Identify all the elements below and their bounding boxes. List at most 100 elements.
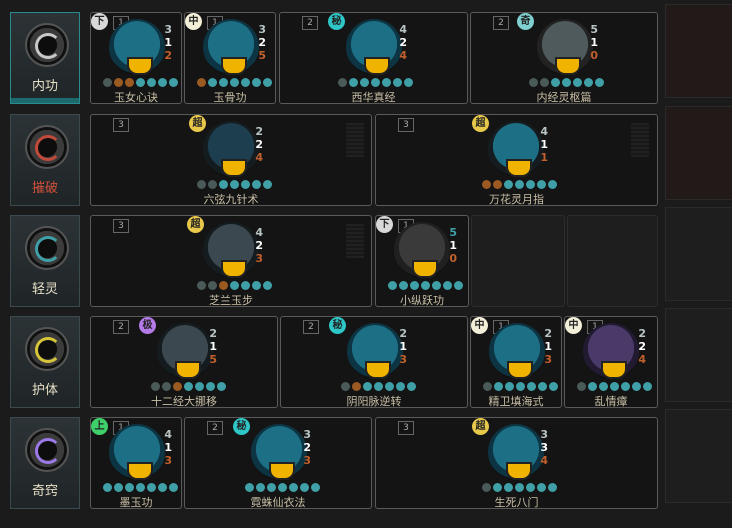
- meridian-dots: [338, 78, 413, 88]
- locked-slot: [665, 308, 732, 402]
- grade-badge: 中: [471, 317, 488, 334]
- grade-badge: 超: [472, 115, 489, 132]
- meridian-dots: [245, 483, 320, 493]
- level-badge: 3: [113, 118, 129, 132]
- meridian-dots: [529, 78, 604, 88]
- row-qingling: 轻灵 3 超 423 芝兰玉步 下 1 510 小纵跃功: [0, 203, 732, 307]
- stat-values: 325: [258, 23, 266, 62]
- locked-slot: [665, 409, 732, 503]
- category-label: 奇窍: [31, 484, 58, 499]
- level-badge: 2: [113, 320, 129, 334]
- skill-card[interactable]: 3 超 423 芝兰玉步: [90, 215, 372, 307]
- row-cuipo: 摧破 3 超 224 六弦九针术 3 超 411 万花灵月指: [0, 102, 732, 206]
- level-badge: 3: [113, 219, 129, 233]
- stat-values: 413: [164, 428, 172, 467]
- meridian-dots: [197, 281, 272, 291]
- stripes: [631, 123, 649, 157]
- skill-card[interactable]: 下 1 510 小纵跃功: [375, 215, 469, 307]
- grade-badge: 秘: [233, 418, 250, 435]
- grade-badge: 下: [91, 13, 108, 30]
- stat-values: 334: [540, 428, 548, 467]
- category-label: 轻灵: [31, 282, 58, 297]
- category-cuipo[interactable]: 摧破: [10, 114, 80, 206]
- stripes: [346, 224, 364, 258]
- grade-badge: 超: [189, 115, 206, 132]
- qingling-emblem-icon: [25, 226, 69, 270]
- grade-badge: 极: [139, 317, 156, 334]
- grade-badge: 秘: [329, 317, 346, 334]
- row-huti: 护体 2 极 215 十二经大挪移 2 秘 213 阴阳脉逆转 中 1 213 …: [0, 304, 732, 408]
- skill-portrait-icon: [203, 19, 259, 75]
- stat-values: 213: [544, 327, 552, 366]
- empty-slot: [471, 215, 565, 307]
- stripes: [346, 123, 364, 157]
- locked-slot: [665, 4, 732, 98]
- skill-card[interactable]: 下 1 312 玉女心诀: [90, 12, 182, 104]
- skill-portrait-icon: [583, 323, 639, 379]
- meridian-dots: [482, 180, 557, 190]
- grade-badge: 超: [472, 418, 489, 435]
- meridian-dots: [577, 382, 652, 392]
- skill-card[interactable]: 2 秘 424 西华真经: [279, 12, 468, 104]
- category-qingling[interactable]: 轻灵: [10, 215, 80, 307]
- huti-emblem-icon: [25, 327, 69, 371]
- skill-card[interactable]: 3 超 411 万花灵月指: [375, 114, 658, 206]
- stat-values: 312: [164, 23, 172, 62]
- stat-values: 213: [399, 327, 407, 366]
- meridian-dots: [197, 180, 272, 190]
- grade-badge: 中: [185, 13, 202, 30]
- qiqiao-emblem-icon: [25, 428, 69, 472]
- stat-values: 424: [399, 23, 407, 62]
- grade-badge: 秘: [328, 13, 345, 30]
- skill-portrait-icon: [109, 424, 165, 480]
- cuipo-emblem-icon: [25, 125, 69, 169]
- grade-badge: 上: [91, 418, 108, 435]
- skill-card[interactable]: 3 超 334 生死八门: [375, 417, 658, 509]
- skill-card[interactable]: 2 极 215 十二经大挪移: [90, 316, 278, 408]
- level-badge: 2: [493, 16, 509, 30]
- skill-card[interactable]: 中 1 213 精卫填海式: [470, 316, 562, 408]
- meridian-dots: [482, 483, 557, 493]
- skill-portrait-icon: [489, 323, 545, 379]
- meridian-dots: [341, 382, 416, 392]
- skill-card[interactable]: 2 秘 213 阴阳脉逆转: [280, 316, 468, 408]
- skill-card[interactable]: 中 1 224 乱情瘴: [564, 316, 658, 408]
- stat-values: 411: [540, 125, 548, 164]
- skill-card[interactable]: 2 秘 323 霓蛛仙衣法: [184, 417, 372, 509]
- meridian-dots: [483, 382, 558, 392]
- skill-name: 生死八门: [494, 496, 539, 509]
- level-badge: 2: [207, 421, 223, 435]
- category-qiqiao[interactable]: 奇窍: [10, 417, 80, 509]
- grade-badge: 超: [187, 216, 204, 233]
- skill-name: 霓蛛仙衣法: [250, 496, 306, 509]
- level-badge: 2: [303, 320, 319, 334]
- row-qiqiao: 奇窍 上 1 413 墨玉功 2 秘 323 霓蛛仙衣法 3 超 334 生死八…: [0, 405, 732, 509]
- category-huti[interactable]: 护体: [10, 316, 80, 408]
- empty-slot: [567, 215, 658, 307]
- meridian-dots: [197, 78, 272, 88]
- category-neigong[interactable]: 内功: [10, 12, 80, 104]
- skill-card[interactable]: 上 1 413 墨玉功: [90, 417, 182, 509]
- skill-card[interactable]: 2 奇 510 内经灵枢篇: [470, 12, 658, 104]
- category-label: 护体: [31, 383, 58, 398]
- grade-badge: 中: [565, 317, 582, 334]
- meridian-dots: [388, 281, 463, 291]
- meridian-dots: [151, 382, 226, 392]
- stat-values: 215: [209, 327, 217, 366]
- skill-portrait-icon: [394, 222, 450, 278]
- stat-values: 510: [590, 23, 598, 62]
- grade-badge: 下: [376, 216, 393, 233]
- category-label: 内功: [31, 79, 58, 94]
- row-neigong: 内功 下 1 312 玉女心诀 中 1 325 玉骨功 2 秘 424 西华真经…: [0, 0, 732, 104]
- skill-portrait-icon: [109, 19, 165, 75]
- category-label: 摧破: [31, 181, 58, 196]
- stat-values: 510: [449, 226, 457, 265]
- stat-values: 224: [638, 327, 646, 366]
- stat-values: 423: [255, 226, 263, 265]
- stat-values: 224: [255, 125, 263, 164]
- skill-card[interactable]: 中 1 325 玉骨功: [184, 12, 276, 104]
- locked-slot: [665, 207, 732, 301]
- level-badge: 3: [398, 421, 414, 435]
- skill-card[interactable]: 3 超 224 六弦九针术: [90, 114, 372, 206]
- level-badge: 3: [398, 118, 414, 132]
